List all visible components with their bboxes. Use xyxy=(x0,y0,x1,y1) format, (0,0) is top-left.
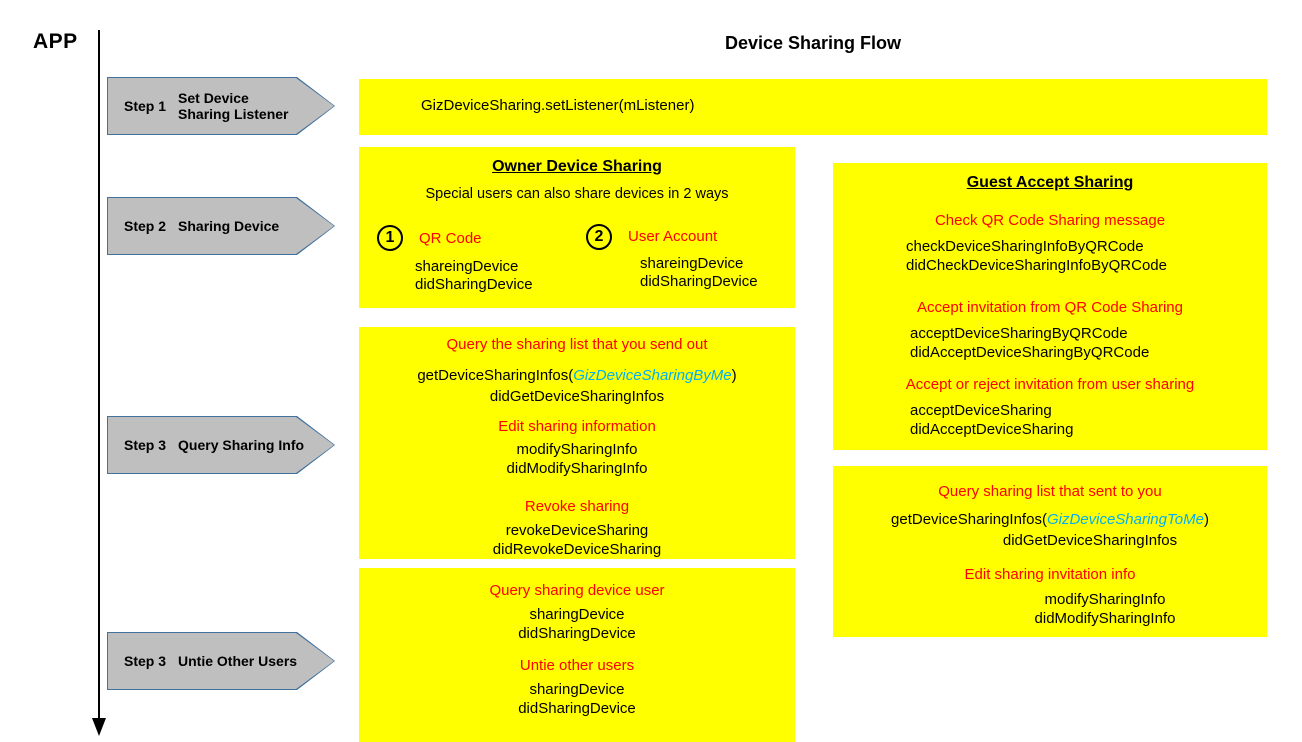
edit-sharing-info-heading: Edit sharing information xyxy=(498,418,656,435)
check-qr-heading: Check QR Code Sharing message xyxy=(934,212,1166,229)
accept-qr-methods: acceptDeviceSharingByQRCode didAcceptDev… xyxy=(910,325,1150,362)
step-chevron-2-number: Step 2 xyxy=(124,217,167,234)
revoke-sharing-heading: Revoke sharing xyxy=(524,498,630,515)
owner-way-1-badge: 1 xyxy=(377,225,403,251)
owner-panel-subtitle: Special users can also share devices in … xyxy=(425,186,729,202)
revoke-sharing-methods: revokeDeviceSharing didRevokeDeviceShari… xyxy=(492,522,662,559)
query-sent-to-you-call-prefix: getDeviceSharingInfos( xyxy=(891,511,1047,528)
step-chevron-4[interactable]: Step 3 Untie Other Users xyxy=(107,632,335,690)
query-sent-to-you-callback: didGetDeviceSharingInfos xyxy=(1002,532,1178,549)
query-sent-to-you-call-param: GizDeviceSharingToMe xyxy=(1046,511,1204,528)
query-sent-to-you-call: getDeviceSharingInfos(GizDeviceSharingTo… xyxy=(833,511,1267,528)
step-chevron-3-label: Query Sharing Info xyxy=(178,436,305,453)
query-device-user-methods: sharingDevice didSharingDevice xyxy=(518,606,636,643)
owner-way-1-label: QR Code xyxy=(419,230,482,247)
query-send-out-call-suffix: ) xyxy=(731,367,737,384)
step-chevron-4-label: Untie Other Users xyxy=(178,652,298,669)
panel-guest-accept-sharing: Guest Accept Sharing Check QR Code Shari… xyxy=(833,163,1267,450)
timeline-axis xyxy=(98,30,100,722)
query-device-user-heading: Query sharing device user xyxy=(489,582,665,599)
untie-users-methods: sharingDevice didSharingDevice xyxy=(518,681,636,718)
step-chevron-2-label: Sharing Device xyxy=(178,217,280,234)
accept-reject-user-heading: Accept or reject invitation from user sh… xyxy=(905,376,1195,393)
step-chevron-1-number: Step 1 xyxy=(124,97,167,114)
query-sent-to-you-call-suffix: ) xyxy=(1203,511,1209,528)
untie-users-heading: Untie other users xyxy=(519,657,635,674)
owner-way-2-methods: shareingDevice didSharingDevice xyxy=(640,255,758,291)
timeline-arrowhead-icon xyxy=(92,718,106,736)
query-send-out-callback: didGetDeviceSharingInfos xyxy=(489,388,665,405)
query-sent-to-you-heading: Query sharing list that sent to you xyxy=(938,483,1162,500)
panel-step1-set-listener: GizDeviceSharing.setListener(mListener) xyxy=(359,79,1267,135)
edit-sharing-info-methods: modifySharingInfo didModifySharingInfo xyxy=(506,441,648,478)
query-send-out-call-param: GizDeviceSharingByMe xyxy=(573,367,732,384)
page-title: Device Sharing Flow xyxy=(724,33,902,53)
app-label: APP xyxy=(33,30,78,53)
step-chevron-3[interactable]: Step 3 Query Sharing Info xyxy=(107,416,335,474)
diagram-canvas: APP Device Sharing Flow Step 1 Set Devic… xyxy=(0,0,1302,742)
owner-way-1-methods: shareingDevice didSharingDevice xyxy=(415,258,533,294)
panel-query-sharing-info: Query the sharing list that you send out… xyxy=(359,327,795,559)
owner-way-2-badge: 2 xyxy=(586,224,612,250)
panel-guest-query-sharing: Query sharing list that sent to you getD… xyxy=(833,466,1267,637)
edit-invitation-heading: Edit sharing invitation info xyxy=(964,566,1136,583)
edit-invitation-methods: modifySharingInfo didModifySharingInfo xyxy=(1034,591,1176,628)
step-chevron-1[interactable]: Step 1 Set Device Sharing Listener xyxy=(107,77,335,135)
panel-owner-device-sharing: Owner Device Sharing Special users can a… xyxy=(359,147,795,308)
step-chevron-3-number: Step 3 xyxy=(124,436,167,453)
guest-panel-title: Guest Accept Sharing xyxy=(966,174,1134,191)
owner-panel-title: Owner Device Sharing xyxy=(492,158,662,175)
panel-untie-other-users: Query sharing device user sharingDevice … xyxy=(359,568,795,742)
owner-way-2-label: User Account xyxy=(628,228,718,245)
accept-qr-heading: Accept invitation from QR Code Sharing xyxy=(917,299,1183,316)
check-qr-methods: checkDeviceSharingInfoByQRCode didCheckD… xyxy=(906,238,1167,275)
query-send-out-call-prefix: getDeviceSharingInfos( xyxy=(417,367,574,384)
step-chevron-2[interactable]: Step 2 Sharing Device xyxy=(107,197,335,255)
step-chevron-1-label: Set Device Sharing Listener xyxy=(178,89,289,122)
set-listener-code: GizDeviceSharing.setListener(mListener) xyxy=(421,97,695,114)
query-send-out-heading: Query the sharing list that you send out xyxy=(446,336,708,353)
query-send-out-call: getDeviceSharingInfos(GizDeviceSharingBy… xyxy=(359,367,795,384)
step-chevron-4-number: Step 3 xyxy=(124,652,167,669)
accept-reject-user-methods: acceptDeviceSharing didAcceptDeviceShari… xyxy=(910,402,1074,439)
